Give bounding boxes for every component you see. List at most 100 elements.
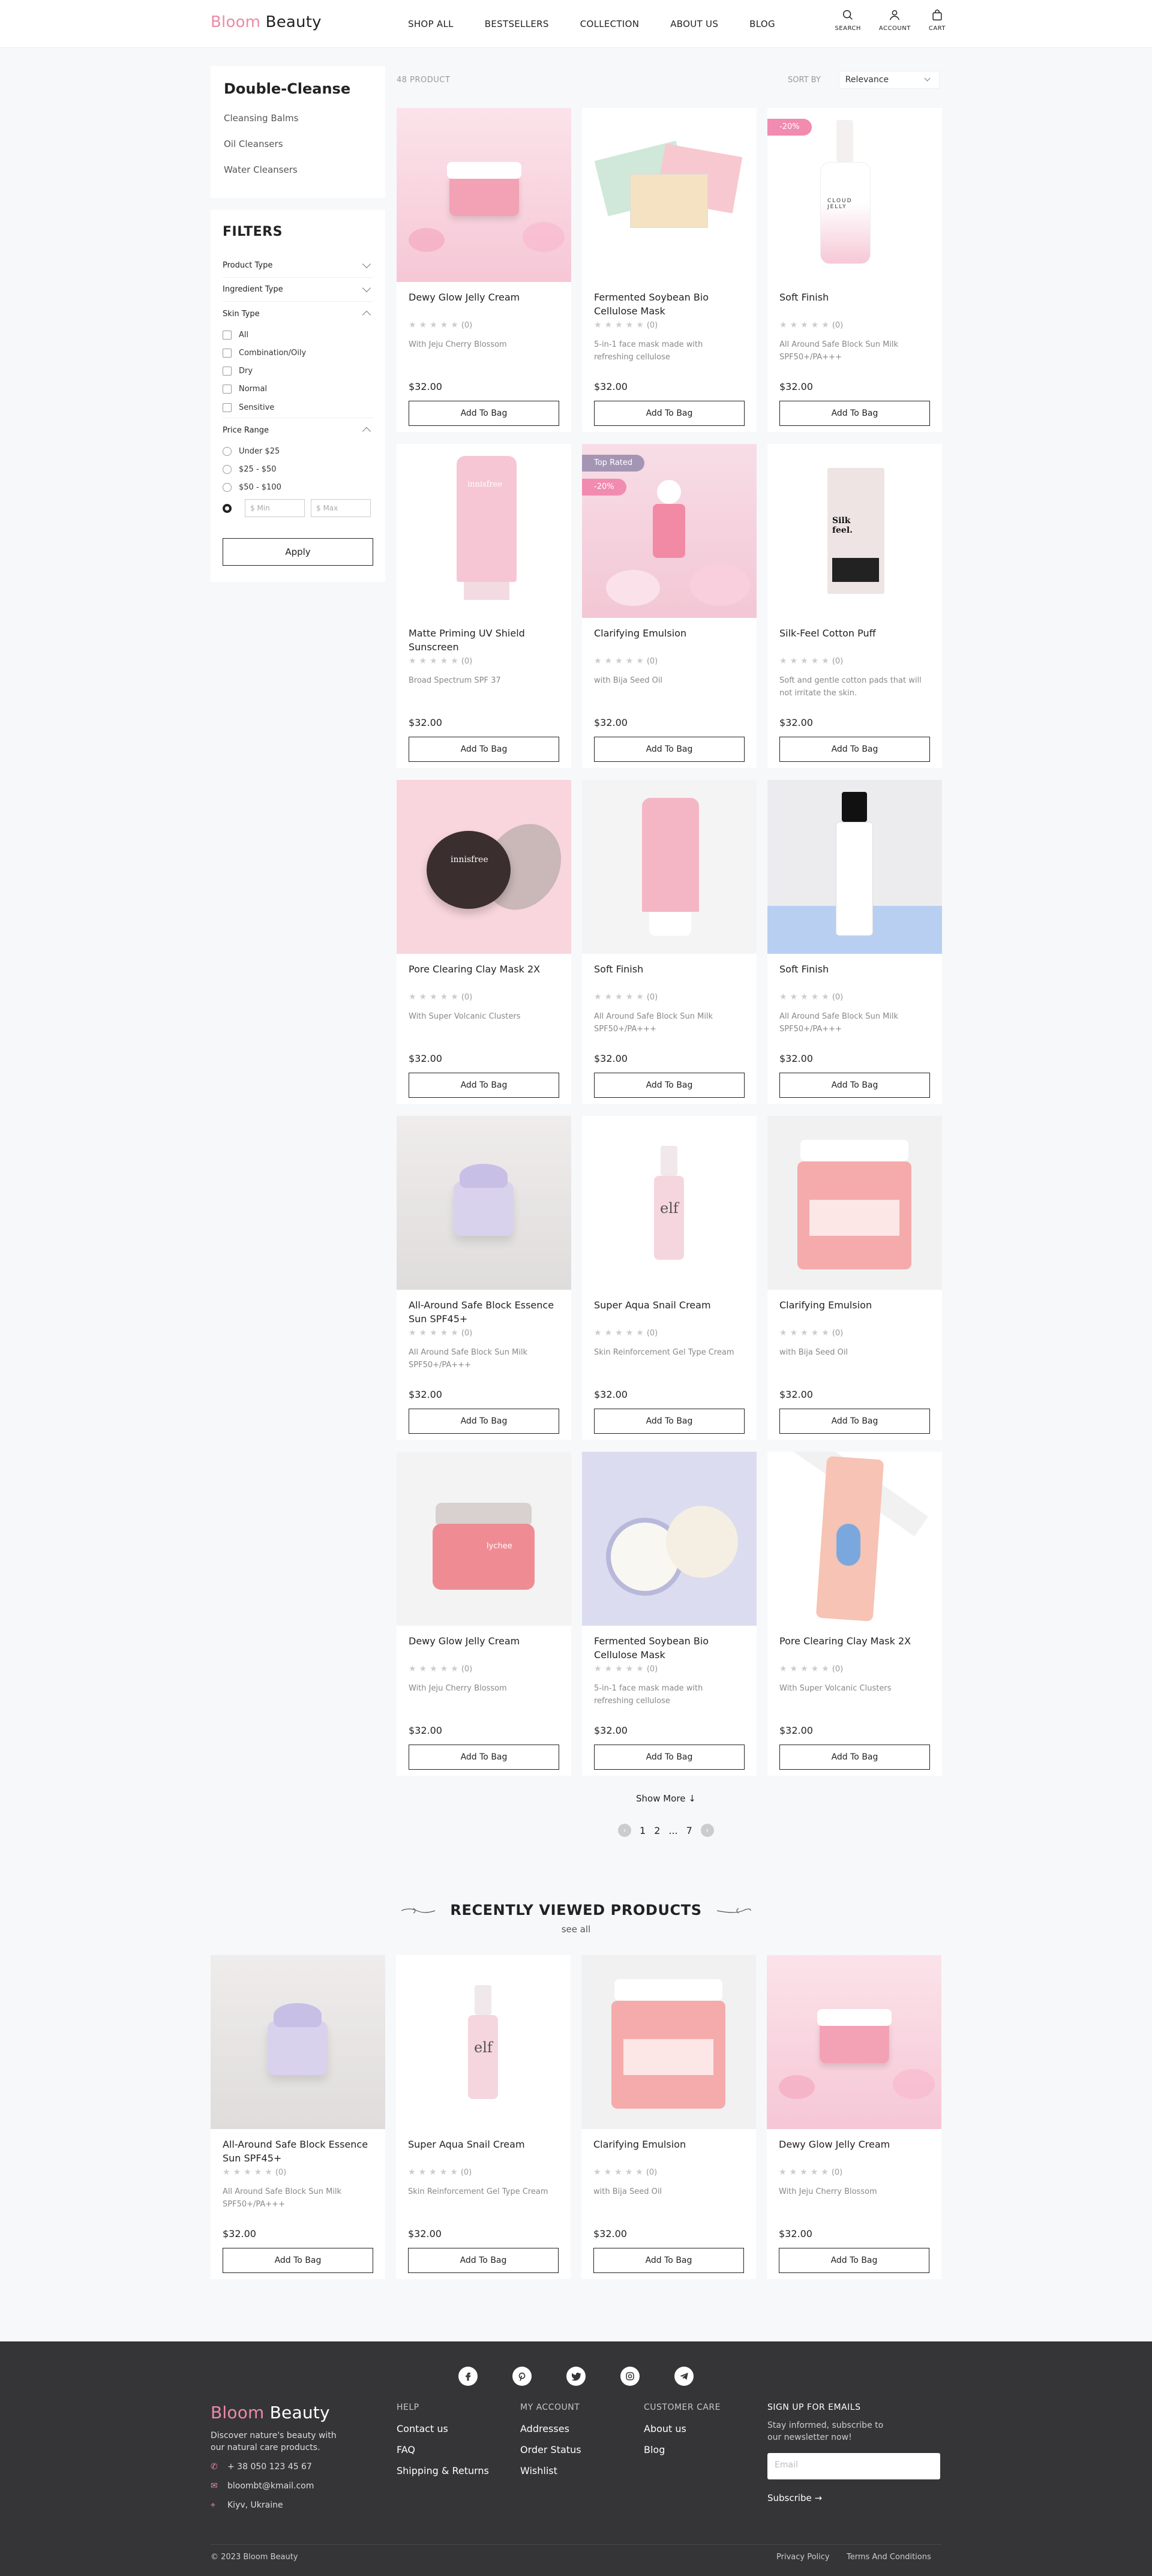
category-link-oil-cleansers[interactable]: Oil Cleansers bbox=[224, 139, 372, 149]
add-to-bag-button[interactable]: Add To Bag bbox=[594, 737, 745, 762]
product-name[interactable]: Soft Finish bbox=[594, 962, 745, 991]
page-7[interactable]: 7 bbox=[686, 1825, 692, 1836]
add-to-bag-button[interactable]: Add To Bag bbox=[779, 2248, 929, 2273]
product-image[interactable]: elf bbox=[582, 1116, 757, 1290]
page-2[interactable]: 2 bbox=[654, 1825, 660, 1836]
pinterest-icon[interactable] bbox=[512, 2367, 532, 2386]
product-card[interactable]: CLOUD JELLY -20% Soft Finish ★ ★ ★ ★ ★ (0) All Aro… bbox=[767, 108, 942, 432]
footer-link-blog[interactable]: Blog bbox=[644, 2444, 721, 2455]
product-name[interactable]: Super Aqua Snail Cream bbox=[408, 2137, 559, 2166]
product-card[interactable]: innisfree Pore Clearing Clay Mask 2X ★ ★ ★ ★ ★… bbox=[397, 780, 571, 1104]
product-image[interactable] bbox=[582, 1452, 757, 1626]
product-name[interactable]: Clarifying Emulsion bbox=[594, 626, 745, 655]
add-to-bag-button[interactable]: Add To Bag bbox=[223, 2248, 373, 2273]
product-name[interactable]: Matte Priming UV Shield Sunscreen bbox=[409, 626, 559, 655]
price-max-input[interactable]: $ Max bbox=[311, 499, 371, 517]
add-to-bag-button[interactable]: Add To Bag bbox=[594, 1745, 745, 1770]
product-name[interactable]: Dewy Glow Jelly Cream bbox=[409, 1634, 559, 1663]
add-to-bag-button[interactable]: Add To Bag bbox=[594, 1409, 745, 1434]
add-to-bag-button[interactable]: Add To Bag bbox=[593, 2248, 744, 2273]
radio-selected[interactable] bbox=[223, 503, 232, 513]
add-to-bag-button[interactable]: Add To Bag bbox=[408, 2248, 559, 2273]
footer-link-faq[interactable]: FAQ bbox=[397, 2444, 489, 2455]
filter-product-type[interactable]: Product Type bbox=[223, 254, 373, 278]
product-card[interactable]: All-Around Safe Block Essence Sun SPF45+… bbox=[397, 1116, 571, 1440]
privacy-link[interactable]: Privacy Policy bbox=[776, 2553, 830, 2562]
footer-link-addresses[interactable]: Addresses bbox=[520, 2423, 581, 2434]
nav-collection[interactable]: COLLECTION bbox=[580, 19, 640, 29]
footer-link-about[interactable]: About us bbox=[644, 2423, 721, 2434]
product-card[interactable]: All-Around Safe Block Essence Sun SPF45+… bbox=[211, 1955, 385, 2279]
footer-link-contact[interactable]: Contact us bbox=[397, 2423, 489, 2434]
page-1[interactable]: 1 bbox=[640, 1825, 646, 1836]
add-to-bag-button[interactable]: Add To Bag bbox=[779, 1073, 930, 1098]
brand-logo[interactable]: Bloom Beauty bbox=[211, 13, 322, 31]
product-name[interactable]: Pore Clearing Clay Mask 2X bbox=[779, 1634, 930, 1663]
account-button[interactable]: ACCOUNT bbox=[879, 8, 911, 32]
checkbox[interactable] bbox=[223, 330, 232, 340]
nav-bestsellers[interactable]: BESTSELLERS bbox=[485, 19, 549, 29]
filter-ingredient-type[interactable]: Ingredient Type bbox=[223, 278, 373, 302]
nav-blog[interactable]: BLOG bbox=[749, 19, 775, 29]
product-image[interactable] bbox=[581, 1955, 756, 2129]
product-card[interactable]: Fermented Soybean Bio Cellulose Mask ★ ★ ★ ★… bbox=[582, 108, 757, 432]
product-card[interactable]: Soft Finish ★ ★ ★ ★ ★ (0) All Around Safe Block… bbox=[767, 780, 942, 1104]
product-image[interactable] bbox=[767, 1452, 942, 1626]
product-card[interactable]: Clarifying Emulsion ★ ★ ★ ★ ★ (0) with Bija See… bbox=[767, 1116, 942, 1440]
product-image[interactable] bbox=[211, 1955, 385, 2129]
skin-option-normal[interactable]: Normal bbox=[223, 380, 373, 398]
product-name[interactable]: Fermented Soybean Bio Cellulose Mask bbox=[594, 290, 745, 319]
product-image[interactable] bbox=[397, 1116, 571, 1290]
category-link-cleansing-balms[interactable]: Cleansing Balms bbox=[224, 113, 372, 124]
add-to-bag-button[interactable]: Add To Bag bbox=[779, 401, 930, 426]
add-to-bag-button[interactable]: Add To Bag bbox=[409, 1745, 559, 1770]
product-image[interactable] bbox=[397, 108, 571, 282]
radio[interactable] bbox=[223, 482, 232, 492]
product-card[interactable]: Top Rated -20% Clarifying Emulsion ★ ★ ★ ★ ★ (0)… bbox=[582, 444, 757, 768]
product-name[interactable]: Clarifying Emulsion bbox=[593, 2137, 744, 2166]
see-all-link[interactable]: see all bbox=[0, 1924, 1152, 1935]
add-to-bag-button[interactable]: Add To Bag bbox=[409, 1409, 559, 1434]
add-to-bag-button[interactable]: Add To Bag bbox=[409, 401, 559, 426]
checkbox[interactable] bbox=[223, 348, 232, 358]
product-image[interactable]: Silk feel. bbox=[767, 444, 942, 618]
footer-logo[interactable]: Bloom Beauty bbox=[211, 2403, 343, 2422]
newsletter-email-input[interactable]: Email bbox=[767, 2453, 940, 2479]
product-image[interactable]: Top Rated -20% bbox=[582, 444, 757, 618]
add-to-bag-button[interactable]: Add To Bag bbox=[779, 1745, 930, 1770]
nav-shop-all[interactable]: SHOP ALL bbox=[408, 19, 454, 29]
product-image[interactable]: innisfree bbox=[397, 780, 571, 954]
add-to-bag-button[interactable]: Add To Bag bbox=[409, 737, 559, 762]
price-option-50-100[interactable]: $50 - $100 bbox=[223, 478, 373, 496]
category-link-water-cleansers[interactable]: Water Cleansers bbox=[224, 164, 372, 175]
telegram-icon[interactable] bbox=[674, 2367, 694, 2386]
show-more-button[interactable]: Show More ↓ bbox=[636, 1793, 696, 1804]
product-card[interactable]: Clarifying Emulsion ★ ★ ★ ★ ★ (0) with Bija See… bbox=[581, 1955, 756, 2279]
product-name[interactable]: Pore Clearing Clay Mask 2X bbox=[409, 962, 559, 991]
product-card[interactable]: Soft Finish ★ ★ ★ ★ ★ (0) All Around Safe Block… bbox=[582, 780, 757, 1104]
instagram-icon[interactable] bbox=[620, 2367, 640, 2386]
facebook-icon[interactable] bbox=[458, 2367, 478, 2386]
twitter-icon[interactable] bbox=[566, 2367, 586, 2386]
product-image[interactable]: elf bbox=[396, 1955, 571, 2129]
product-card[interactable]: Dewy Glow Jelly Cream ★ ★ ★ ★ ★ (0) With Jeju C… bbox=[397, 108, 571, 432]
product-name[interactable]: Soft Finish bbox=[779, 290, 930, 319]
add-to-bag-button[interactable]: Add To Bag bbox=[594, 401, 745, 426]
search-button[interactable]: SEARCH bbox=[835, 8, 860, 32]
add-to-bag-button[interactable]: Add To Bag bbox=[779, 737, 930, 762]
add-to-bag-button[interactable]: Add To Bag bbox=[779, 1409, 930, 1434]
add-to-bag-button[interactable]: Add To Bag bbox=[409, 1073, 559, 1098]
footer-link-wishlist[interactable]: Wishlist bbox=[520, 2465, 581, 2476]
checkbox[interactable] bbox=[223, 403, 232, 412]
next-page-icon[interactable]: › bbox=[700, 1824, 714, 1837]
skin-option-dry[interactable]: Dry bbox=[223, 362, 373, 380]
product-name[interactable]: Dewy Glow Jelly Cream bbox=[779, 2137, 929, 2166]
filter-price-range[interactable]: Price Range bbox=[223, 418, 373, 442]
filter-skin-type[interactable]: Skin Type bbox=[223, 302, 373, 326]
sort-select[interactable]: Relevance bbox=[838, 71, 940, 89]
product-image[interactable]: CLOUD JELLY -20% bbox=[767, 108, 942, 282]
product-name[interactable]: Silk-Feel Cotton Puff bbox=[779, 626, 930, 655]
footer-phone[interactable]: ✆ + 38 050 123 45 67 bbox=[211, 2462, 343, 2472]
checkbox[interactable] bbox=[223, 366, 232, 376]
product-card[interactable]: Pore Clearing Clay Mask 2X ★ ★ ★ ★ ★ (0) With S… bbox=[767, 1452, 942, 1776]
